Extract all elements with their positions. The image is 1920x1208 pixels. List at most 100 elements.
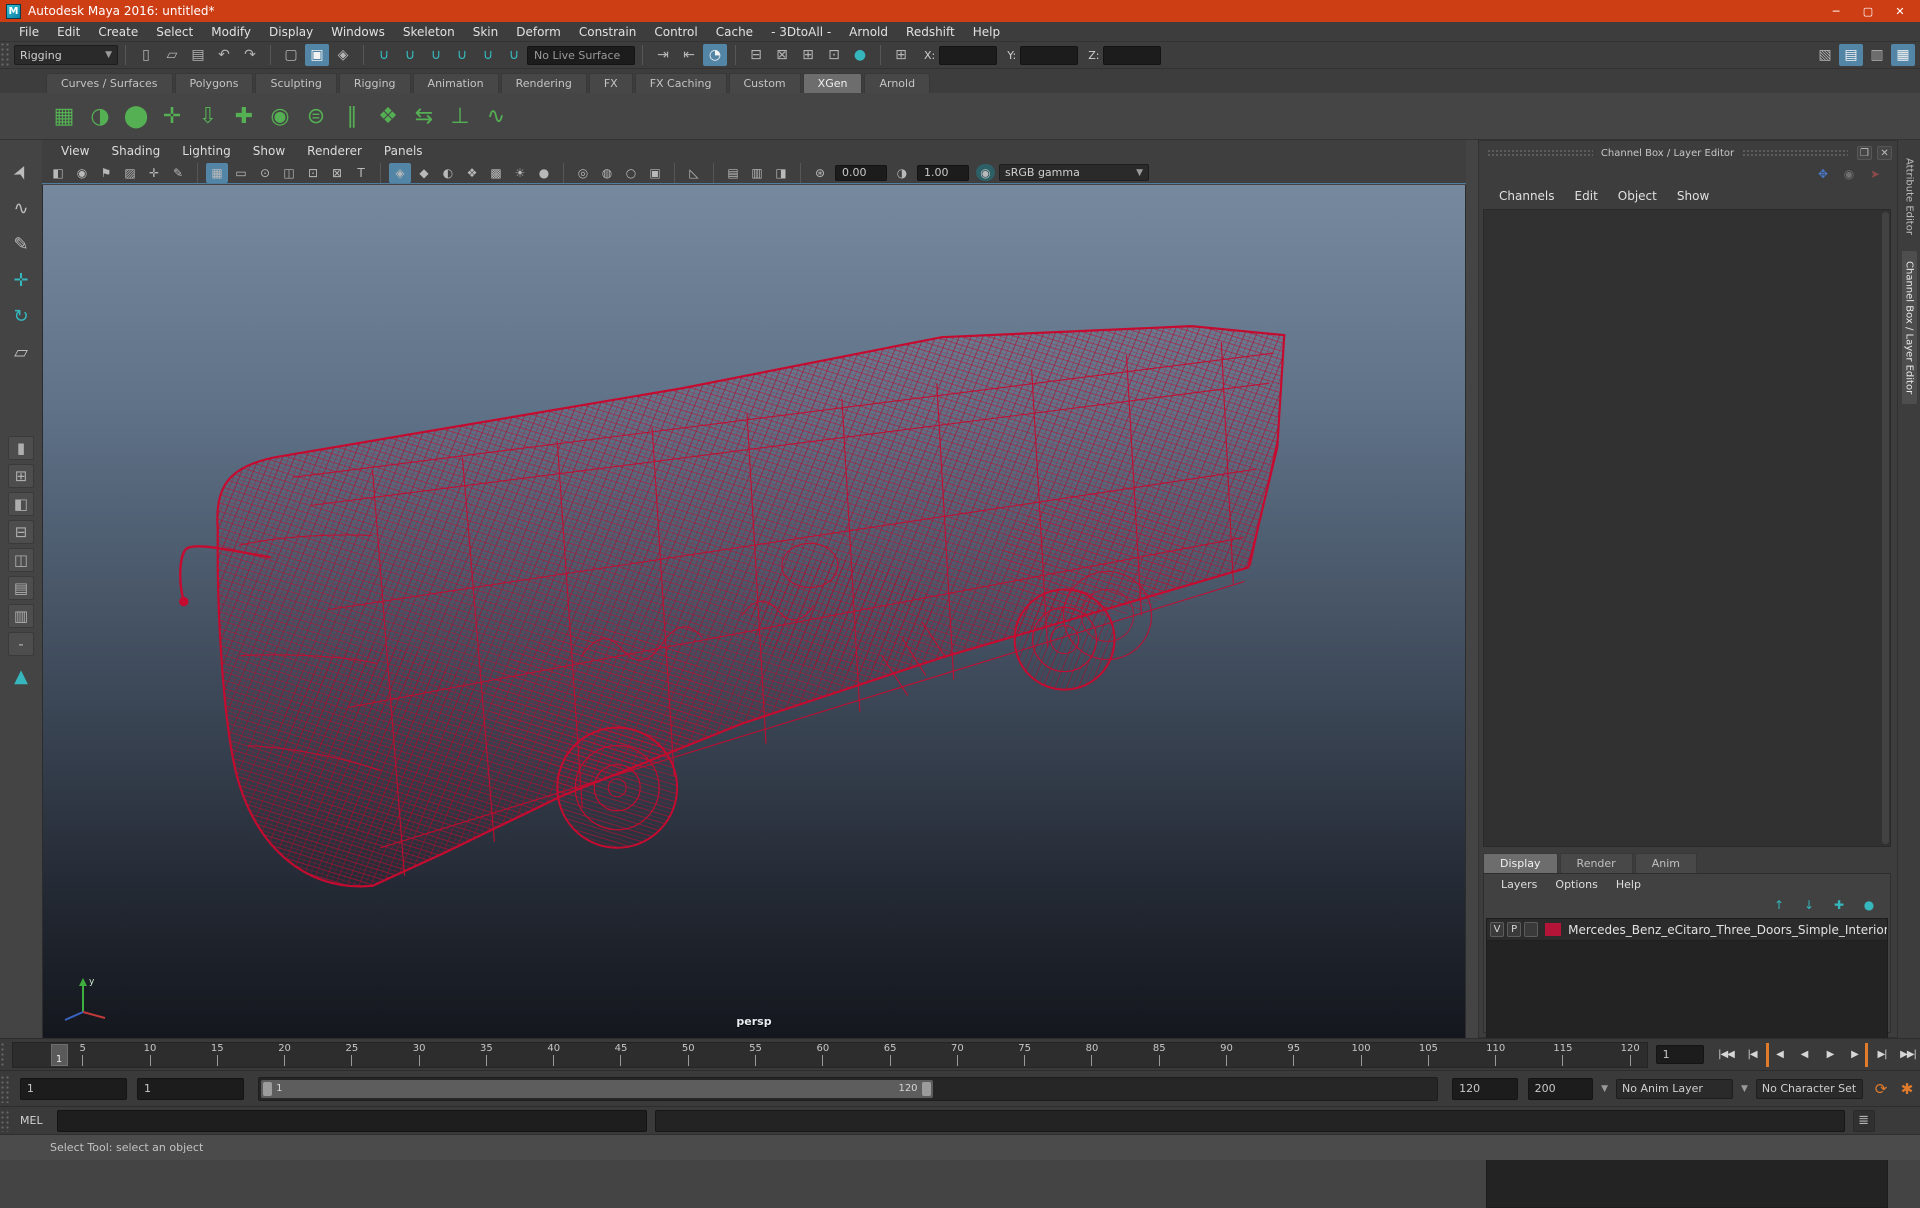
- range-end-handle[interactable]: [922, 1082, 931, 1096]
- z-coordinate-input[interactable]: [1103, 46, 1161, 65]
- construction-history-icon[interactable]: ◔: [703, 44, 727, 66]
- layout-side-icon[interactable]: ◧: [8, 492, 34, 516]
- menu-skeleton[interactable]: Skeleton: [394, 25, 464, 39]
- attribute-editor-toggle-icon[interactable]: ▦: [1891, 44, 1915, 66]
- play-backwards-button[interactable]: ◀: [1792, 1043, 1816, 1067]
- layer-name[interactable]: Mercedes_Benz_eCitaro_Three_Doors_Simple…: [1568, 923, 1887, 937]
- channel-box-menu-channels[interactable]: Channels: [1489, 189, 1565, 203]
- lighting-icon[interactable]: ☀: [509, 163, 531, 183]
- status-line-drag-handle[interactable]: [0, 42, 10, 68]
- channel-box-scrollbar[interactable]: [1882, 212, 1889, 844]
- layer-display-type-toggle[interactable]: [1524, 922, 1538, 937]
- input-connections-icon[interactable]: ⇥: [651, 44, 675, 66]
- layout-four-icon[interactable]: ⊞: [8, 464, 34, 488]
- xgen-create-description-icon[interactable]: ◑: [83, 99, 117, 133]
- menu-arnold[interactable]: Arnold: [840, 25, 897, 39]
- use-default-material-icon[interactable]: ▩: [485, 163, 507, 183]
- shelf-tab-animation[interactable]: Animation: [413, 73, 499, 93]
- move-layer-down-icon[interactable]: ↓: [1799, 896, 1819, 914]
- xgen-guide-lock-icon[interactable]: ⊜: [299, 99, 333, 133]
- sequence-time-icon[interactable]: ▣: [644, 163, 666, 183]
- menu-select[interactable]: Select: [147, 25, 202, 39]
- panel-close-icon[interactable]: ✕: [1877, 146, 1892, 160]
- contrast-icon[interactable]: ◑: [891, 163, 913, 183]
- shelf-tab-rendering[interactable]: Rendering: [501, 73, 587, 93]
- field-chart-icon[interactable]: ⊡: [302, 163, 324, 183]
- layer-menu-options[interactable]: Options: [1546, 878, 1606, 891]
- animation-start-field[interactable]: 1: [20, 1078, 127, 1100]
- menu-modify[interactable]: Modify: [202, 25, 260, 39]
- layout-three-icon[interactable]: ◫: [8, 548, 34, 572]
- panel-drag-dots[interactable]: [1487, 149, 1593, 157]
- pane-layout-alt-icon[interactable]: ▥: [746, 163, 768, 183]
- tool-settings-toggle-icon[interactable]: ▥: [1865, 44, 1889, 66]
- rotate-tool-icon[interactable]: ↻: [6, 301, 36, 331]
- layer-row[interactable]: V P Mercedes_Benz_eCitaro_Three_Doors_Si…: [1487, 919, 1887, 941]
- step-forward-frame-button[interactable]: ▶|: [1870, 1043, 1894, 1067]
- camera-bookmark-icon[interactable]: ⚑: [95, 163, 117, 183]
- grid-icon[interactable]: ▦: [206, 163, 228, 183]
- select-object-icon[interactable]: ▣: [305, 44, 329, 66]
- channel-box-toggle-icon[interactable]: ▤: [1839, 44, 1863, 66]
- x-coordinate-input[interactable]: [939, 46, 997, 65]
- xgen-convert-primitives-icon[interactable]: ⇆: [407, 99, 441, 133]
- render-sphere-icon[interactable]: ●: [848, 44, 872, 66]
- menu-skin[interactable]: Skin: [464, 25, 508, 39]
- snap-curve-icon[interactable]: ∪: [398, 44, 422, 66]
- lasso-tool-icon[interactable]: ∿: [6, 193, 36, 223]
- layer-tab-anim[interactable]: Anim: [1635, 853, 1697, 873]
- xgen-append-description-icon[interactable]: ✚: [227, 99, 261, 133]
- panel-menu-view[interactable]: View: [50, 144, 100, 158]
- menu-create[interactable]: Create: [89, 25, 147, 39]
- channel-box-menu-show[interactable]: Show: [1667, 189, 1719, 203]
- range-slider-bar[interactable]: 1 120: [261, 1080, 932, 1098]
- play-forwards-button[interactable]: ▶: [1818, 1043, 1842, 1067]
- select-hierarchy-icon[interactable]: ▢: [279, 44, 303, 66]
- playback-end-field[interactable]: 120: [1452, 1078, 1518, 1100]
- film-gate-icon[interactable]: ▭: [230, 163, 252, 183]
- step-forward-key-button[interactable]: ▶: [1844, 1043, 1868, 1067]
- select-tool-icon[interactable]: ➤: [1, 152, 41, 192]
- chevron-down-icon[interactable]: ▼: [1741, 1084, 1748, 1094]
- animation-end-field[interactable]: 200: [1528, 1078, 1594, 1100]
- panel-header[interactable]: Channel Box / Layer Editor ❒ ✕: [1479, 144, 1897, 162]
- menu--3dtoall-[interactable]: - 3DtoAll -: [762, 25, 840, 39]
- toolbox-collapse-icon[interactable]: -: [8, 632, 34, 656]
- resolution-gate-icon[interactable]: ⊙: [254, 163, 276, 183]
- snap-point-icon[interactable]: ∪: [424, 44, 448, 66]
- gamma-selector[interactable]: sRGB gamma ▼: [999, 164, 1149, 181]
- add-layer-from-selected-icon[interactable]: ●: [1859, 896, 1879, 914]
- contrast-field[interactable]: 1.00: [917, 165, 969, 181]
- auto-keyframe-icon[interactable]: ⟳: [1869, 1078, 1893, 1100]
- panel-drag-dots[interactable]: [1742, 149, 1848, 157]
- layer-color-swatch[interactable]: [1545, 923, 1561, 936]
- render-frame-icon[interactable]: ⊟: [744, 44, 768, 66]
- move-tool-icon[interactable]: ✛: [6, 265, 36, 295]
- snap-grid-icon[interactable]: ∪: [372, 44, 396, 66]
- menuset-selector[interactable]: Rigging ▼: [14, 45, 118, 65]
- undo-icon[interactable]: ↶: [212, 44, 236, 66]
- render-settings-icon[interactable]: ⊞: [796, 44, 820, 66]
- layout-hypershade-icon[interactable]: ▥: [8, 604, 34, 628]
- file-save-icon[interactable]: ▤: [186, 44, 210, 66]
- step-back-frame-button[interactable]: |◀: [1740, 1043, 1764, 1067]
- panel-menu-show[interactable]: Show: [242, 144, 296, 158]
- smooth-shade-icon[interactable]: ◆: [413, 163, 435, 183]
- shelf-tab-curves-surfaces[interactable]: Curves / Surfaces: [46, 73, 173, 93]
- shadows-icon[interactable]: ●: [533, 163, 555, 183]
- menu-redshift[interactable]: Redshift: [897, 25, 964, 39]
- redo-icon[interactable]: ↷: [238, 44, 262, 66]
- output-connections-icon[interactable]: ⇤: [677, 44, 701, 66]
- layer-visibility-toggle[interactable]: V: [1490, 922, 1504, 937]
- panel-menu-panels[interactable]: Panels: [373, 144, 434, 158]
- channel-manip-icon[interactable]: ✥: [1814, 165, 1832, 183]
- playback-start-field[interactable]: 1: [137, 1078, 244, 1100]
- y-coordinate-input[interactable]: [1020, 46, 1078, 65]
- scale-tool-icon[interactable]: ▱: [6, 337, 36, 367]
- menu-deform[interactable]: Deform: [507, 25, 570, 39]
- wireframe-on-shaded-icon[interactable]: ◈: [389, 163, 411, 183]
- image-plane-icon[interactable]: ▨: [119, 163, 141, 183]
- select-component-icon[interactable]: ◈: [331, 44, 355, 66]
- bus-wireframe-model[interactable]: [43, 185, 1465, 1038]
- lock-camera-icon[interactable]: ◉: [71, 163, 93, 183]
